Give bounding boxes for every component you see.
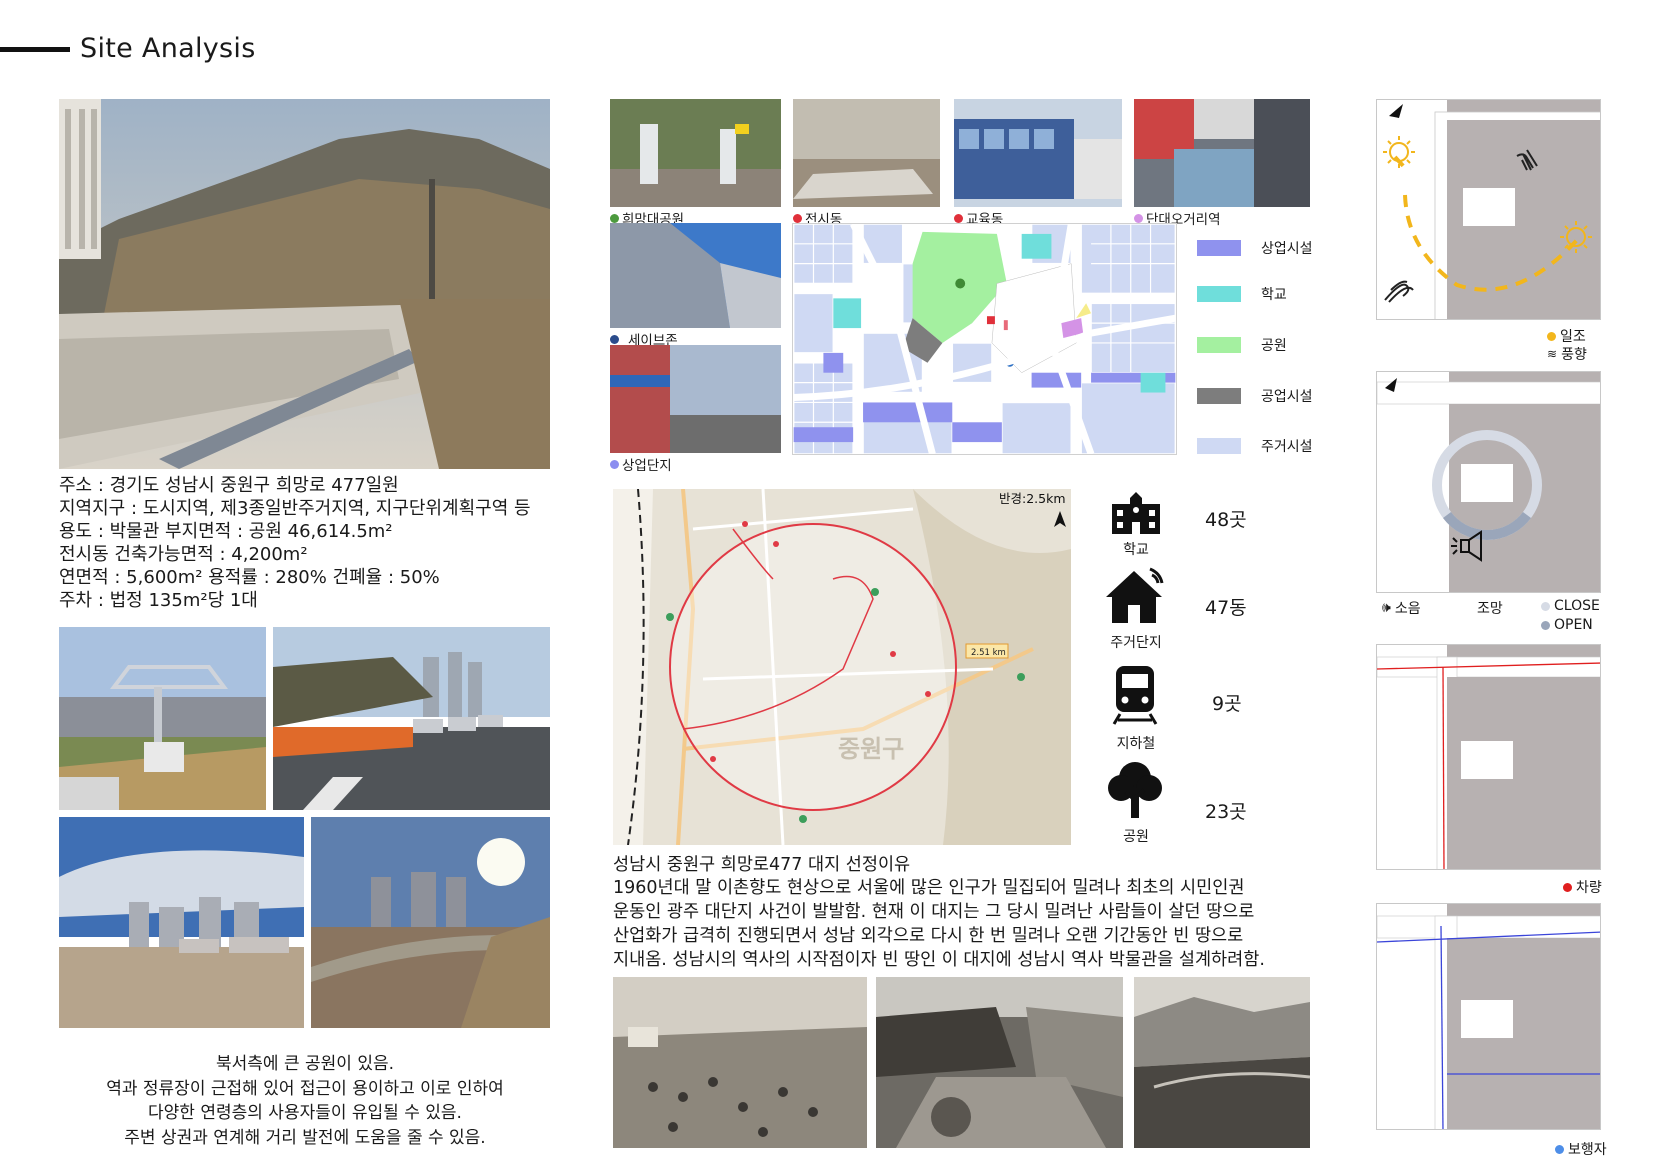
- north-arrow-icon: [1389, 104, 1403, 118]
- site-info-line: 용도 : 박물관 부지면적 : 공원 46,614.5m²: [59, 521, 393, 542]
- district-label: 중원구: [838, 735, 904, 763]
- context-photo-education: [954, 99, 1122, 207]
- site-info-line: 전시동 건축가능면적 : 4,200m²: [59, 544, 308, 565]
- stat-label-subway: 지하철: [1116, 736, 1156, 752]
- distance-tag: 2.51 km: [971, 648, 1006, 658]
- sun-wind-diagram: [1376, 99, 1601, 320]
- legend-swatch: [1197, 337, 1241, 353]
- site-photo-road: [273, 627, 550, 810]
- context-photo-saveezone: [610, 223, 781, 328]
- close-dot: [1541, 601, 1550, 611]
- stat-label-housing: 주거단지: [1110, 635, 1162, 651]
- train-icon: [1112, 664, 1158, 726]
- legend-noise: 🕪 소음: [1382, 600, 1421, 617]
- site-info-line: 주차 : 법정 135m²당 1대: [59, 590, 258, 611]
- legend-swatch: [1197, 388, 1241, 404]
- legend-wind: ≋ 풍향: [1547, 347, 1587, 363]
- open-dot: [1541, 620, 1550, 630]
- stat-label-park: 공원: [1123, 829, 1149, 845]
- context-photo-park: [610, 99, 781, 207]
- legend-view: 조망: [1477, 601, 1503, 617]
- site-photo-path: [311, 817, 550, 1028]
- tree-icon: [1104, 758, 1166, 820]
- stat-value-school: 48곳: [1205, 509, 1247, 531]
- legend-pedestrian: 보행자: [1555, 1139, 1607, 1159]
- caption-line: 다양한 연령층의 사용자들이 유입될 수 있음.: [148, 1103, 462, 1123]
- legend-open: OPEN: [1541, 617, 1593, 633]
- house-icon: [1104, 565, 1168, 625]
- pedestrian-dot: [1555, 1144, 1564, 1154]
- reason-line: 1960년대 말 이촌향도 현상으로 서울에 많은 인구가 밀집되어 밀려나 최…: [613, 878, 1245, 898]
- stat-value-park: 23곳: [1205, 801, 1247, 823]
- station-dot: [1134, 213, 1143, 223]
- stat-label-school: 학교: [1123, 542, 1149, 558]
- reason-body: 1960년대 말 이촌향도 현상으로 서울에 많은 인구가 밀집되어 밀려나 최…: [613, 876, 1313, 972]
- education-dot: [954, 213, 963, 223]
- vehicle-dot: [1563, 882, 1572, 892]
- legend-industrial: 공업시설: [1197, 386, 1313, 406]
- site-photo-parking: [59, 817, 304, 1028]
- vehicle-flow-diagram: [1376, 644, 1601, 870]
- site-summary-caption: 북서측에 큰 공원이 있음. 역과 정류장이 근접해 있어 접근이 용이하고 이…: [58, 1052, 552, 1150]
- sunlight-dot: [1547, 331, 1556, 341]
- site-photo-pavilion: [59, 627, 266, 810]
- reason-line: 지내옴. 성남시의 역사의 시작점이자 빈 땅인 이 대지에 성남시 역사 박물…: [613, 950, 1265, 970]
- site-main-photo: [59, 99, 550, 469]
- wind-icon: [1384, 280, 1414, 303]
- history-photo-crowd: [613, 977, 867, 1148]
- context-label-commercial: 상업단지: [610, 454, 672, 474]
- radius-map: 중원구 2.51 km 반경:2.5km: [613, 489, 1071, 845]
- stat-value-housing: 47동: [1205, 597, 1247, 619]
- context-photo-commercial: [610, 345, 781, 453]
- history-photo-village: [876, 977, 1123, 1148]
- wind-legend-icon: ≋: [1547, 347, 1558, 361]
- legend-swatch: [1197, 240, 1241, 256]
- site-info-line: 주소 : 경기도 성남시 중원구 희망로 477일원: [59, 475, 399, 496]
- site-info-line: 지역지구 : 도시지역, 제3종일반주거지역, 지구단위계획구역 등: [59, 498, 531, 519]
- noise-legend-icon: 🕪: [1382, 600, 1391, 616]
- context-photo-station: [1134, 99, 1310, 207]
- saveezone-dot: [610, 334, 619, 344]
- caption-line: 주변 상권과 연계해 거리 발전에 도움을 줄 수 있음.: [124, 1127, 486, 1148]
- legend-sunlight: 일조: [1547, 326, 1586, 346]
- legend-swatch: [1197, 286, 1241, 302]
- title-accent-bar: [0, 47, 70, 52]
- legend-close: CLOSE: [1541, 598, 1600, 614]
- context-photo-exhibition: [793, 99, 940, 207]
- reason-line: 산업화가 급격히 진행되면서 성남 외각으로 다시 한 번 밀려나 오랜 기간동…: [613, 926, 1244, 946]
- legend-school: 학교: [1197, 284, 1287, 304]
- reason-title: 성남시 중원구 희망로477 대지 선정이유: [613, 855, 911, 875]
- exhibition-dot: [793, 213, 802, 223]
- stat-value-subway: 9곳: [1212, 693, 1242, 715]
- radius-label: 반경:2.5km: [999, 491, 1066, 506]
- park-dot: [610, 213, 619, 223]
- pedestrian-flow-diagram: [1376, 903, 1601, 1130]
- reason-line: 운동인 광주 대단지 사건이 발발함. 현재 이 대지는 그 당시 밀려난 사람…: [613, 902, 1255, 922]
- legend-vehicle: 차량: [1563, 877, 1602, 897]
- school-icon: [1108, 490, 1164, 536]
- site-info-line: 연면적 : 5,600m² 용적률 : 280% 건폐율 : 50%: [59, 567, 440, 588]
- caption-line: 역과 정류장이 근접해 있어 접근이 용이하고 이로 인하여: [106, 1078, 504, 1099]
- page-title: Site Analysis: [80, 33, 256, 64]
- legend-park: 공원: [1197, 335, 1287, 355]
- site-info-block: 주소 : 경기도 성남시 중원구 희망로 477일원 지역지구 : 도시지역, …: [59, 474, 559, 612]
- history-photo-hillside: [1134, 977, 1310, 1148]
- legend-commercial: 상업시설: [1197, 238, 1313, 258]
- landuse-map: [792, 223, 1177, 455]
- caption-line: 북서측에 큰 공원이 있음.: [215, 1054, 394, 1074]
- commercial-dot: [610, 459, 619, 469]
- noise-view-diagram: [1376, 371, 1601, 593]
- legend-residential: 주거시설: [1197, 436, 1313, 456]
- legend-swatch: [1197, 438, 1241, 454]
